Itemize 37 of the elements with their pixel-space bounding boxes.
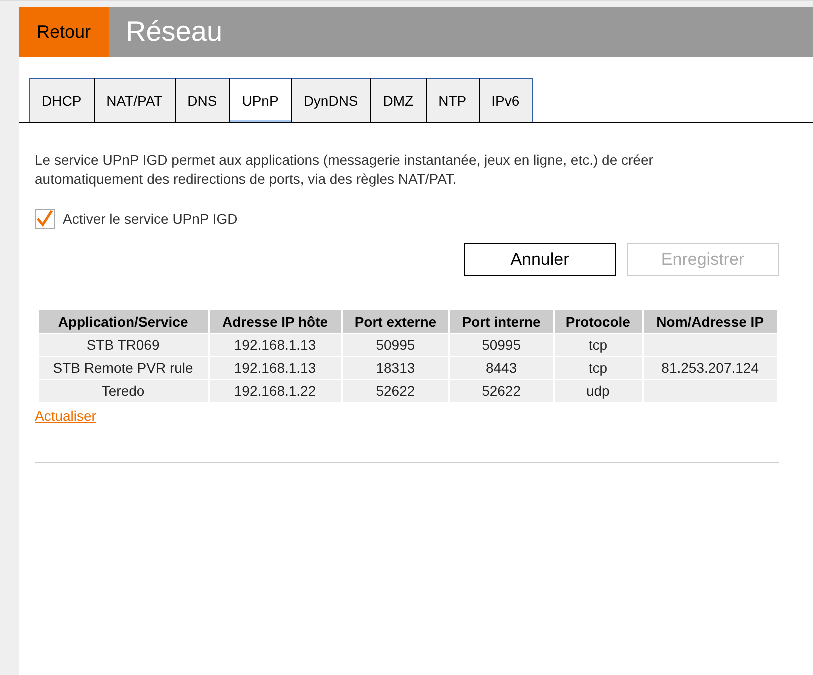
checkbox[interactable] bbox=[35, 209, 55, 229]
table-cell: 192.168.1.13 bbox=[210, 357, 341, 379]
table-cell: STB Remote PVR rule bbox=[39, 357, 208, 379]
table-cell: 52622 bbox=[450, 380, 553, 402]
description-text: Le service UPnP IGD permet aux applications (messagerie instantanée, jeux en ligne, etc.) de créer automatiquement des redirections de ports, via des règles NAT/PAT. bbox=[35, 151, 654, 189]
tab[interactable]: DMZ bbox=[371, 78, 427, 122]
table-cell: 50995 bbox=[342, 334, 448, 356]
tab[interactable]: NTP bbox=[426, 78, 480, 122]
table-cell: 8443 bbox=[450, 357, 553, 379]
table-cell: 50995 bbox=[450, 334, 553, 356]
table-cell: Teredo bbox=[39, 380, 208, 402]
column-header: Protocole bbox=[554, 310, 642, 333]
table-cell: 81.253.207.124 bbox=[644, 357, 777, 379]
column-header: Nom/Adresse IP bbox=[644, 310, 777, 333]
tab[interactable]: UPnP bbox=[230, 78, 292, 122]
checkbox-label: Activer le service UPnP IGD bbox=[63, 211, 238, 227]
tab[interactable]: NAT/PAT bbox=[94, 78, 176, 122]
column-header: Port interne bbox=[450, 310, 553, 333]
tab[interactable]: DNS bbox=[176, 78, 230, 122]
column-header: Adresse IP hôte bbox=[210, 310, 341, 333]
table-cell: tcp bbox=[554, 357, 642, 379]
tab[interactable]: IPv6 bbox=[480, 78, 533, 122]
table-cell: udp bbox=[554, 380, 642, 402]
table-cell: 192.168.1.22 bbox=[210, 380, 341, 402]
tab[interactable]: DHCP bbox=[29, 78, 95, 122]
page-title: Réseau bbox=[125, 15, 223, 49]
table-cell: 18313 bbox=[342, 357, 448, 379]
cancel-button[interactable]: Annuler bbox=[464, 243, 616, 276]
table-cell: tcp bbox=[554, 334, 642, 356]
column-header: Application/Service bbox=[39, 310, 208, 333]
table-cell: STB TR069 bbox=[39, 334, 208, 356]
tab[interactable]: DynDNS bbox=[292, 78, 372, 122]
checkmark-icon bbox=[36, 210, 54, 228]
column-header: Port externe bbox=[342, 310, 448, 333]
back-button[interactable]: Retour bbox=[19, 7, 109, 57]
table-cell: 192.168.1.13 bbox=[210, 334, 341, 356]
table-cell: 52622 bbox=[342, 380, 448, 402]
